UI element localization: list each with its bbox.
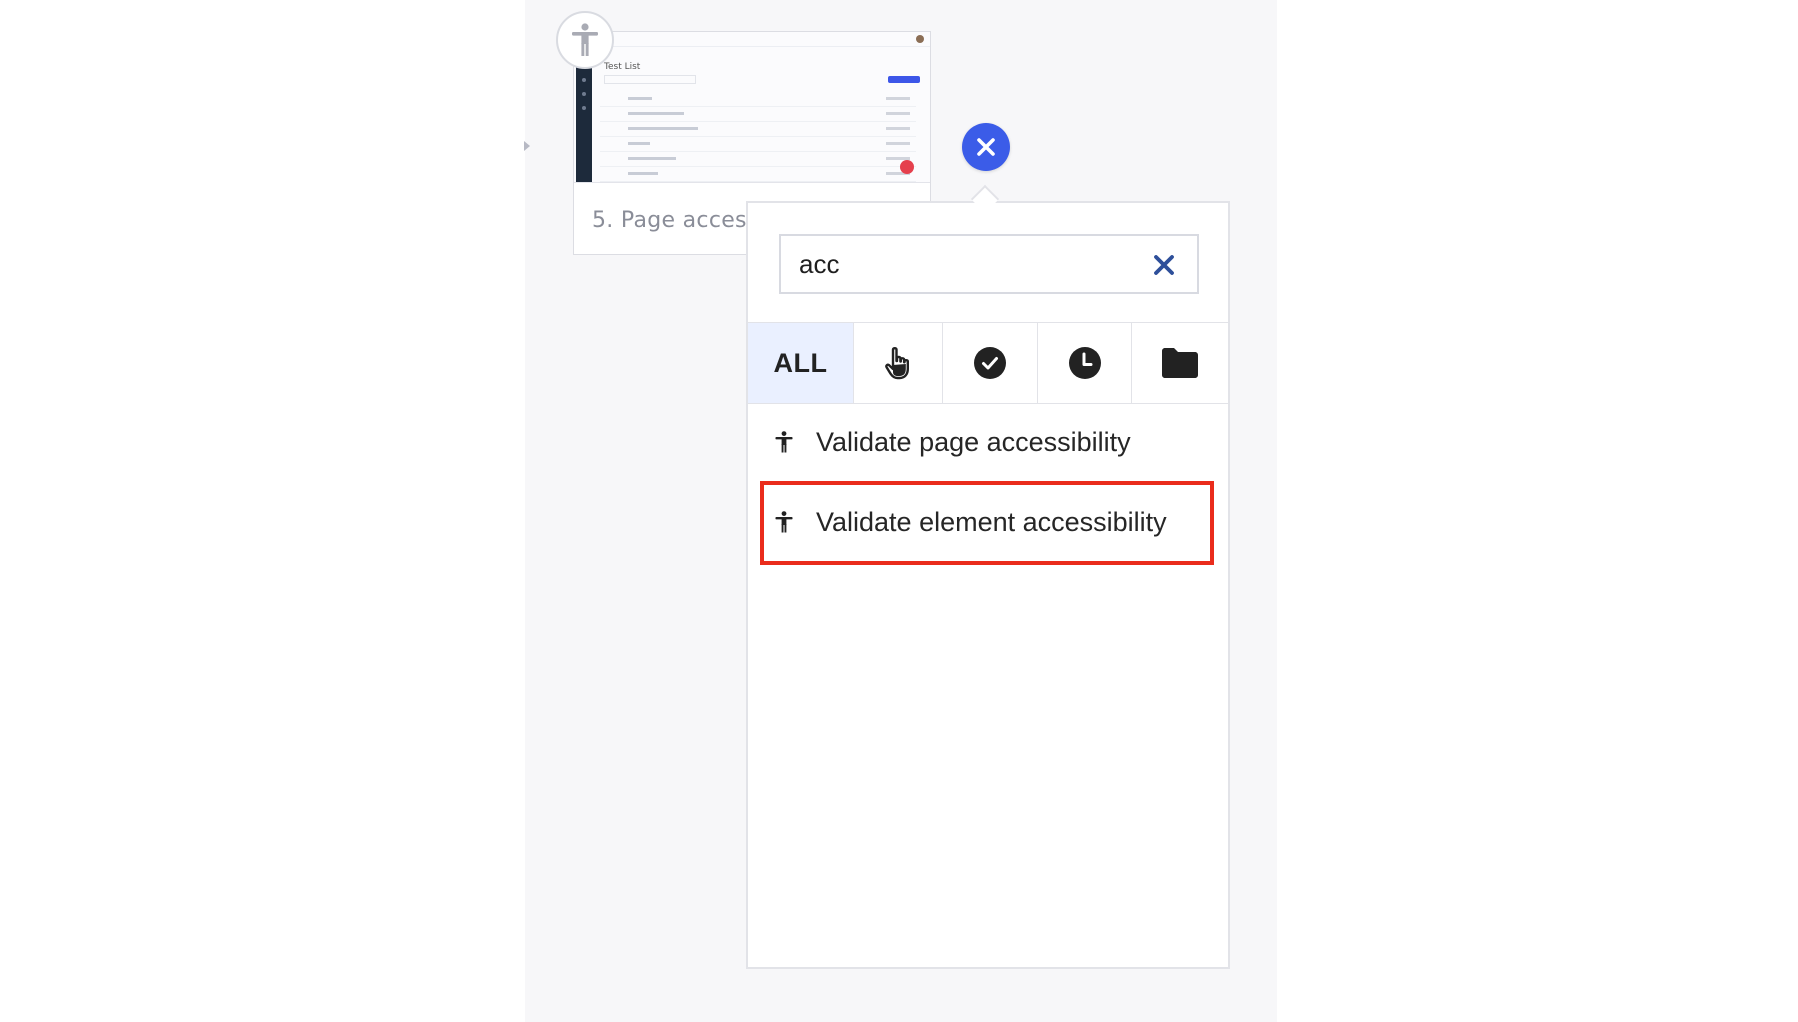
clear-search-button[interactable]: [1153, 254, 1175, 276]
tab-groups[interactable]: [1132, 323, 1228, 403]
search-input[interactable]: [799, 246, 1129, 282]
step-screenshot-thumbnail: Test List: [574, 32, 930, 183]
step-label: 5. Page acces: [592, 208, 747, 233]
result-label: Validate page accessibility: [816, 426, 1131, 457]
search-field[interactable]: [779, 234, 1199, 294]
tab-waits[interactable]: [1038, 323, 1132, 403]
result-validate-page-accessibility[interactable]: Validate page accessibility: [774, 414, 1214, 470]
highlight-box: [760, 481, 1214, 565]
action-picker-popover: ALL: [746, 201, 1230, 969]
accessibility-icon: [556, 11, 614, 69]
expand-caret-icon[interactable]: [524, 141, 530, 151]
thumbnail-title: Test List: [604, 62, 641, 72]
tab-all[interactable]: ALL: [748, 323, 854, 403]
clear-icon: [1154, 255, 1174, 275]
tab-interactions[interactable]: [854, 323, 943, 403]
folder-icon: [1162, 348, 1198, 378]
close-button[interactable]: [962, 123, 1010, 171]
close-icon: [977, 138, 995, 156]
filter-tabs: ALL: [748, 322, 1228, 404]
pointer-hand-icon: [885, 347, 909, 380]
check-circle-icon: [974, 347, 1006, 379]
accessibility-icon: [774, 430, 794, 454]
clock-icon: [1068, 347, 1101, 379]
tab-validations[interactable]: [943, 323, 1038, 403]
